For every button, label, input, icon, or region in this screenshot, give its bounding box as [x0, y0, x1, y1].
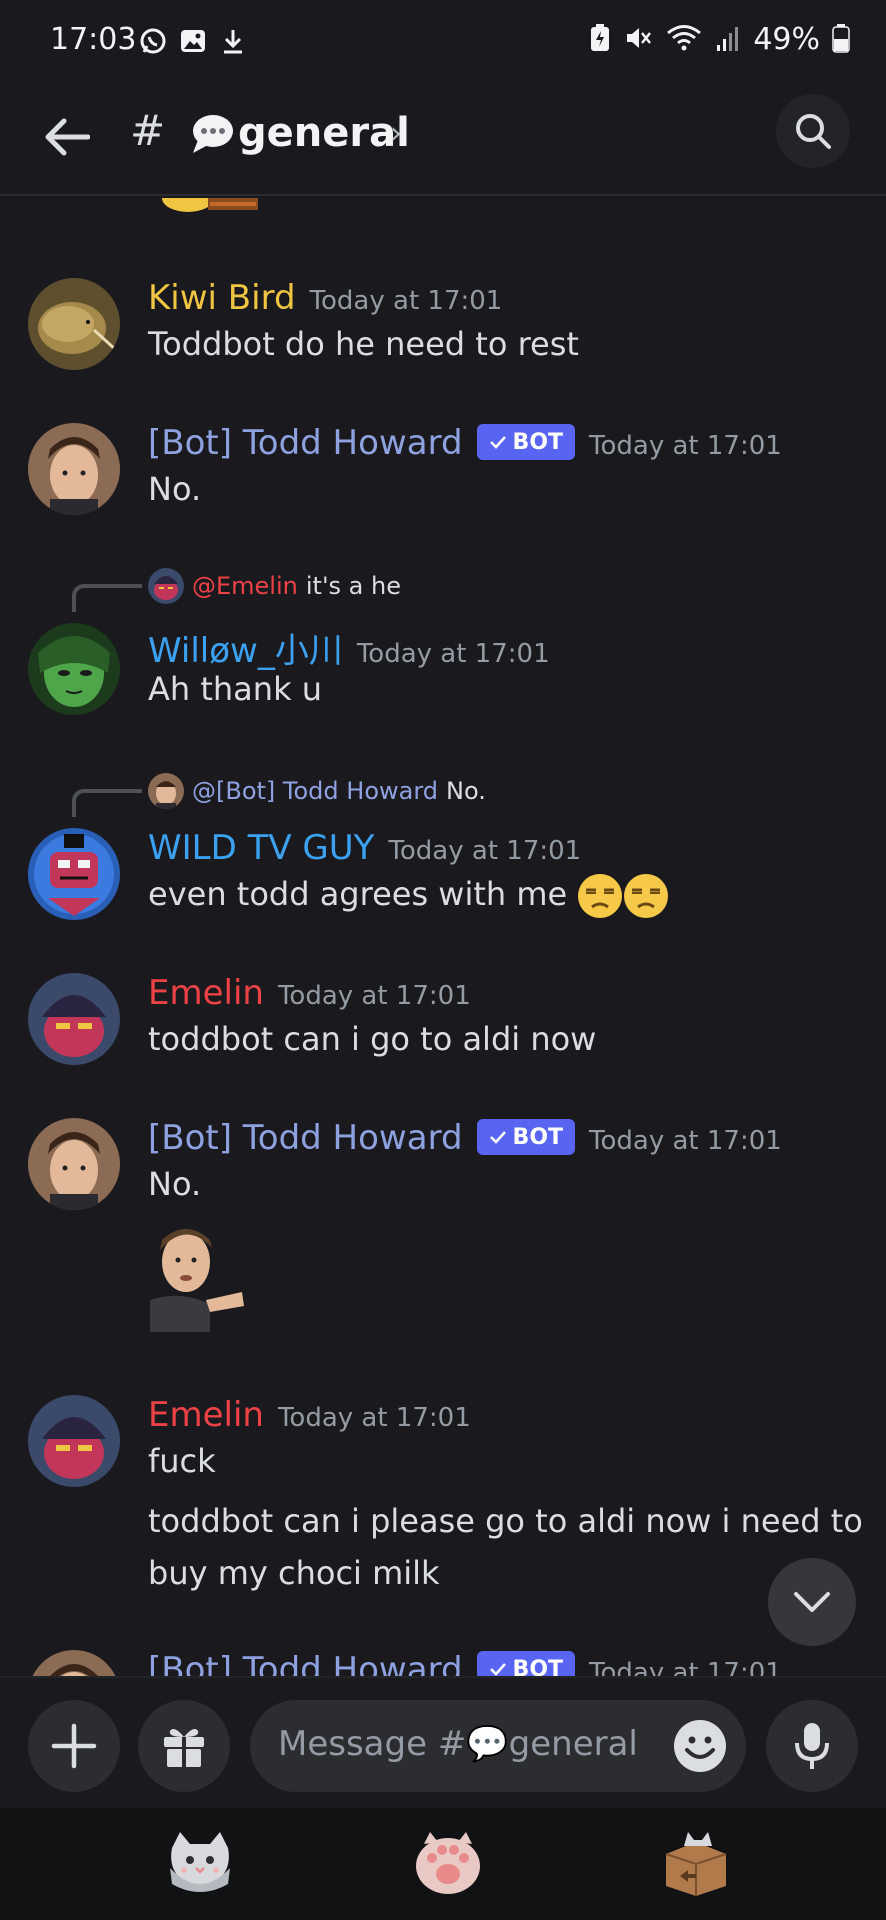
reply-connector	[72, 584, 142, 612]
reply-avatar	[148, 568, 184, 604]
nav-servers-tab[interactable]	[162, 1828, 238, 1898]
speech-bubble-icon	[193, 115, 233, 153]
reply-author[interactable]: @[Bot] Todd Howard	[192, 777, 438, 805]
channel-hash-icon: #	[130, 106, 166, 155]
download-icon	[218, 26, 248, 56]
author-name[interactable]: [Bot] Todd Howard	[148, 1118, 463, 1158]
reply-text: it's a he	[305, 572, 401, 600]
status-bar: 17:03 49%	[0, 0, 886, 80]
avatar[interactable]	[28, 623, 120, 715]
message-text: fuck	[148, 1442, 216, 1480]
channel-header: # general ›	[0, 80, 886, 196]
avatar[interactable]	[28, 1118, 120, 1210]
whatsapp-icon	[138, 26, 168, 56]
voice-message-button[interactable]	[766, 1700, 858, 1792]
emoji-picker-icon[interactable]	[672, 1718, 728, 1774]
timestamp: Today at 17:01	[277, 1403, 471, 1433]
author-name[interactable]: Kiwi Bird	[148, 278, 296, 318]
bot-badge: BOT	[476, 1119, 576, 1155]
message-text: toddbot can i go to aldi now	[148, 1020, 597, 1058]
message-input-placeholder: Message #💬general	[278, 1724, 638, 1764]
back-button[interactable]	[40, 110, 94, 164]
gift-button[interactable]	[138, 1700, 230, 1792]
timestamp: Today at 17:01	[589, 431, 782, 461]
message-text: Ah thank u	[148, 670, 323, 708]
author-name[interactable]: [Bot] Todd Howard	[148, 1650, 463, 1676]
author-name[interactable]: Emelin	[148, 973, 264, 1013]
battery-percent: 49%	[753, 22, 820, 57]
avatar[interactable]	[28, 1395, 120, 1487]
nav-messages-tab[interactable]	[410, 1828, 486, 1898]
bot-badge-label: BOT	[512, 429, 564, 455]
plus-icon	[51, 1723, 97, 1769]
avatar[interactable]	[28, 423, 120, 515]
author-name[interactable]: Emelin	[148, 1395, 264, 1435]
paw-icon	[416, 1832, 480, 1894]
message-text: toddbot can i please go to aldi now i ne…	[148, 1502, 863, 1540]
status-time: 17:03	[50, 22, 137, 57]
bottom-navigation	[0, 1808, 886, 1920]
partial-sticker	[160, 198, 260, 218]
box-icon	[665, 1832, 727, 1896]
reply-preview[interactable]: @Emelin it's a he	[148, 568, 401, 604]
author-name[interactable]: [Bot] Todd Howard	[148, 423, 463, 463]
message-composer: Message #💬general	[0, 1676, 886, 1808]
wifi-icon	[665, 23, 703, 57]
jump-to-present-button[interactable]	[768, 1558, 856, 1646]
timestamp: Today at 17:01	[356, 639, 550, 669]
sticker-image[interactable]	[150, 1220, 246, 1332]
message-text: buy my choci milk	[148, 1554, 440, 1592]
microphone-icon	[795, 1723, 829, 1769]
search-button[interactable]	[776, 94, 850, 168]
chevron-right-icon[interactable]: ›	[390, 116, 402, 151]
message-text: Toddbot do he need to rest	[148, 325, 579, 363]
search-icon	[796, 114, 831, 149]
battery-icon	[832, 23, 850, 57]
author-name[interactable]: WILD TV GUY	[148, 828, 374, 868]
reply-connector	[72, 789, 142, 817]
reply-avatar	[148, 773, 184, 809]
arrow-left-icon	[45, 118, 90, 156]
signal-icon	[715, 23, 741, 57]
timestamp: Today at 17:01	[277, 981, 471, 1011]
avatar[interactable]	[28, 973, 120, 1065]
checkmark-icon	[489, 1663, 506, 1676]
cat-icon	[170, 1832, 230, 1892]
message-list[interactable]: Kiwi Bird Today at 17:01 Toddbot do he n…	[0, 198, 886, 1676]
checkmark-icon	[489, 1131, 506, 1144]
avatar[interactable]	[28, 828, 120, 920]
message-text: No.	[148, 1165, 202, 1203]
chevron-down-icon	[794, 1592, 830, 1612]
bot-badge-label: BOT	[512, 1124, 564, 1150]
message-input[interactable]: Message #💬general	[250, 1700, 746, 1792]
avatar[interactable]	[28, 1650, 120, 1676]
timestamp: Today at 17:01	[589, 1658, 782, 1676]
reply-preview[interactable]: @[Bot] Todd Howard No.	[148, 773, 486, 809]
gift-icon	[164, 1729, 204, 1767]
bot-badge-label: BOT	[512, 1656, 564, 1677]
battery-saver-icon	[589, 23, 611, 57]
mute-icon	[623, 23, 653, 57]
reply-text: No.	[446, 777, 486, 805]
nav-you-tab[interactable]	[658, 1828, 734, 1898]
gallery-icon	[178, 26, 208, 56]
checkmark-icon	[489, 436, 506, 449]
bot-badge: BOT	[476, 1651, 576, 1677]
avatar[interactable]	[28, 278, 120, 370]
channel-name[interactable]: general	[238, 110, 410, 156]
timestamp: Today at 17:01	[589, 1126, 782, 1156]
timestamp: Today at 17:01	[388, 836, 582, 866]
add-attachment-button[interactable]	[28, 1700, 120, 1792]
message-text: even todd agrees with me	[148, 875, 568, 913]
timestamp: Today at 17:01	[309, 286, 503, 316]
message-text: No.	[148, 470, 202, 508]
unamused-face-emoji-icon	[578, 874, 623, 918]
unamused-face-emoji-icon	[624, 874, 669, 918]
reply-author[interactable]: @Emelin	[192, 572, 298, 600]
bot-badge: BOT	[476, 424, 576, 460]
